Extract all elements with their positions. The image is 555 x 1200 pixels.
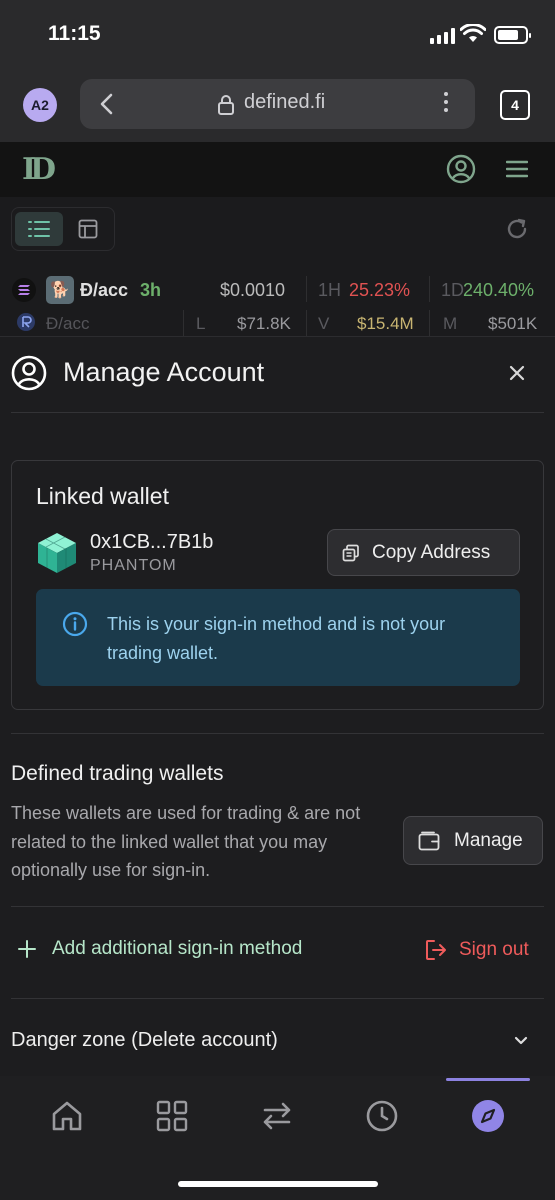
- table-view-button[interactable]: [64, 212, 112, 246]
- change-1d-label: 1D: [441, 280, 465, 300]
- divider: [183, 310, 184, 336]
- linked-wallet-title: Linked wallet: [36, 483, 169, 509]
- copy-icon: [342, 544, 359, 561]
- divider: [429, 310, 430, 336]
- copy-address-label: Copy Address: [372, 541, 491, 563]
- back-arrow-icon[interactable]: [96, 91, 118, 117]
- change-1d-value: 240.40%: [463, 280, 535, 300]
- app-header: ID: [0, 142, 555, 197]
- wallet-avatar-icon: [38, 533, 76, 573]
- nav-history[interactable]: [362, 1096, 402, 1136]
- nav-explore[interactable]: [468, 1096, 508, 1136]
- volume-label: V: [318, 314, 330, 333]
- wallet-type: PHANTOM: [90, 557, 177, 574]
- home-icon: [52, 1101, 82, 1131]
- add-sign-in-method-button[interactable]: Add additional sign-in method: [16, 938, 302, 960]
- more-options-icon[interactable]: [444, 92, 448, 112]
- wallet-icon: [418, 831, 440, 850]
- copy-address-button[interactable]: Copy Address: [327, 529, 520, 576]
- sign-out-label: Sign out: [459, 939, 529, 960]
- table-icon: [78, 219, 98, 239]
- sign-in-info-banner: This is your sign-in method and is not y…: [36, 589, 520, 686]
- trading-wallets-title: Defined trading wallets: [11, 762, 224, 785]
- change-1h-value: 25.23%: [349, 280, 411, 300]
- profile-avatar[interactable]: A2: [23, 88, 57, 122]
- add-sign-in-method-label: Add additional sign-in method: [52, 938, 303, 959]
- info-icon: [62, 611, 88, 637]
- close-button[interactable]: [503, 359, 531, 387]
- home-indicator: [178, 1181, 378, 1187]
- list-view-button[interactable]: [15, 212, 63, 246]
- refresh-icon[interactable]: [505, 217, 529, 241]
- sign-out-icon: [426, 940, 446, 960]
- list-icon: [28, 221, 50, 237]
- token-sub-name: Đ/acc: [46, 314, 90, 333]
- clock-icon: [366, 1100, 398, 1132]
- battery-icon: [494, 26, 531, 44]
- user-circle-icon: [11, 355, 47, 391]
- market-cap-label: M: [443, 314, 458, 333]
- manage-label: Manage: [454, 829, 523, 851]
- liquidity-label: L: [196, 314, 206, 333]
- token-name: Đ/acc: [80, 280, 129, 300]
- compass-icon: [472, 1100, 504, 1132]
- token-price: $0.0010: [220, 280, 286, 300]
- volume-value: $15.4M: [357, 314, 414, 333]
- hamburger-menu-icon[interactable]: [506, 160, 528, 178]
- manage-wallets-button[interactable]: Manage: [403, 816, 543, 865]
- token-row[interactable]: 🐕 Đ/acc 3h $0.0010 1H 25.23% 1D 240.40%: [0, 268, 555, 310]
- manage-account-modal: Manage Account Linked wallet 0x1CB...7B1…: [0, 336, 555, 1076]
- divider: [11, 412, 544, 413]
- sign-in-info-text: This is your sign-in method and is not y…: [107, 614, 446, 663]
- address-bar[interactable]: defined.fi: [80, 79, 475, 129]
- nav-grid[interactable]: [152, 1096, 192, 1136]
- linked-wallet-card: Linked wallet 0x1CB...7B1b PHANTOM Copy …: [11, 460, 544, 710]
- divider: [11, 998, 544, 999]
- view-toolbar: [0, 197, 555, 263]
- lock-icon: [218, 95, 234, 115]
- divider: [11, 906, 544, 907]
- wifi-icon: [460, 24, 486, 42]
- swap-icon: [263, 1102, 291, 1130]
- cellular-signal-icon: [430, 28, 455, 44]
- close-icon: [509, 365, 525, 381]
- nav-home[interactable]: [47, 1096, 87, 1136]
- danger-zone-toggle[interactable]: Danger zone (Delete account): [11, 1029, 278, 1052]
- divider: [11, 733, 544, 734]
- nav-swap[interactable]: [257, 1096, 297, 1136]
- trading-wallets-description: These wallets are used for trading & are…: [11, 803, 361, 880]
- status-time: 11:15: [48, 22, 101, 45]
- change-1h-label: 1H: [318, 280, 342, 300]
- solana-chain-icon: [12, 278, 36, 302]
- url-text: defined.fi: [244, 91, 326, 113]
- sign-out-button[interactable]: Sign out: [424, 938, 529, 962]
- status-bar: 11:15: [0, 0, 555, 70]
- browser-toolbar: A2 defined.fi 4: [0, 70, 555, 142]
- defined-logo[interactable]: ID: [22, 152, 56, 187]
- divider: [306, 276, 307, 302]
- plus-icon: [18, 940, 36, 958]
- divider: [429, 276, 430, 302]
- user-account-icon[interactable]: [446, 154, 476, 184]
- market-cap-value: $501K: [488, 314, 538, 333]
- divider: [306, 310, 307, 336]
- tab-switcher-button[interactable]: 4: [500, 90, 530, 120]
- view-toggle: [11, 207, 115, 251]
- token-stats-row: Đ/acc L $71.8K V $15.4M M $501K: [0, 310, 555, 338]
- token-image: 🐕: [46, 276, 74, 304]
- modal-title: Manage Account: [63, 357, 265, 387]
- token-age: 3h: [140, 280, 162, 300]
- chevron-down-icon[interactable]: [513, 1035, 529, 1047]
- token-chain-icon: [16, 312, 36, 337]
- wallet-address: 0x1CB...7B1b: [90, 531, 214, 553]
- liquidity-value: $71.8K: [237, 314, 291, 333]
- grid-icon: [156, 1100, 188, 1132]
- active-tab-indicator: [446, 1078, 530, 1081]
